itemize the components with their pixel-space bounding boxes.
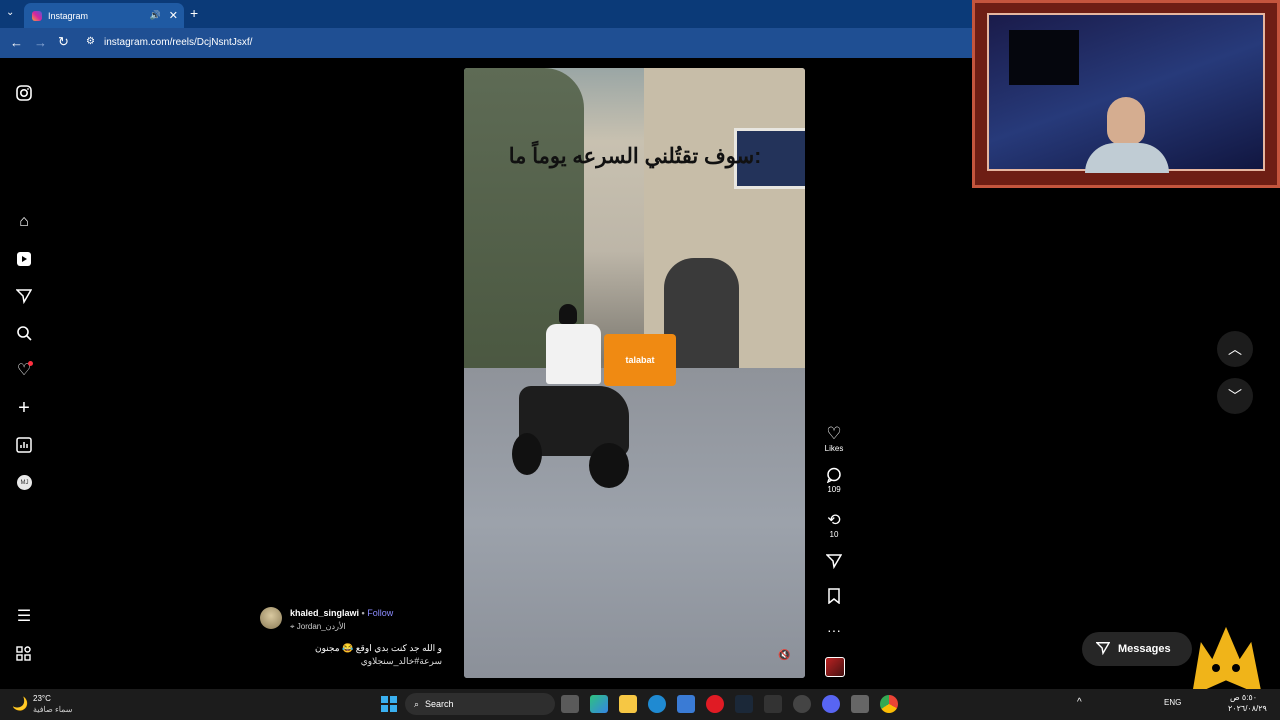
comment-icon <box>826 467 841 484</box>
copilot-icon[interactable] <box>590 695 608 713</box>
save-button[interactable] <box>822 588 846 606</box>
audio-thumbnail[interactable] <box>825 657 845 677</box>
reels-icon[interactable] <box>14 249 34 269</box>
dashboard-icon[interactable] <box>14 435 34 455</box>
rider-helmet <box>559 304 577 324</box>
notifications-heart-icon[interactable]: ♡ <box>14 360 34 380</box>
reload-icon[interactable]: ↻ <box>58 34 69 50</box>
next-reel-button[interactable]: ﹀ <box>1217 378 1253 414</box>
instagram-logo-icon[interactable] <box>14 83 34 103</box>
more-options-icon[interactable]: ··· <box>822 622 846 638</box>
forward-icon[interactable]: → <box>34 35 47 50</box>
close-tab-icon[interactable]: ✕ <box>169 9 178 22</box>
follow-link[interactable]: Follow <box>367 608 393 618</box>
rider-body <box>546 324 601 384</box>
caption-line-2: سرعة#خالد_سنجلاوي <box>360 656 442 666</box>
settings-icon[interactable] <box>851 695 869 713</box>
messages-button[interactable]: Messages <box>1082 632 1192 666</box>
scooter-rear-wheel <box>589 443 629 488</box>
chevron-up-icon: ︿ <box>1228 341 1242 357</box>
speaker-icon[interactable]: 🔊 <box>150 10 161 21</box>
webcam-monitor <box>1009 30 1079 85</box>
caption-line-1: و الله جد كنت بدي اوقع 😂 مجنون <box>314 643 442 653</box>
like-button[interactable]: ♡ Likes <box>822 424 846 453</box>
site-info-icon[interactable]: ⚙ <box>86 36 95 47</box>
url-field[interactable]: instagram.com/reels/DcjNsntJsxf/ <box>104 37 252 48</box>
task-view-icon[interactable] <box>561 695 579 713</box>
chrome-icon[interactable] <box>880 695 898 713</box>
discord-icon[interactable] <box>822 695 840 713</box>
edge-icon[interactable] <box>648 695 666 713</box>
author-row: khaled_singlawi • Follow <box>290 608 393 618</box>
delivery-box: talabat <box>604 334 676 386</box>
reel-video[interactable]: سوف تقتُلني السرعه يوماً ما: talabat 🔇 <box>464 68 805 678</box>
language-indicator[interactable]: ENG <box>1164 698 1181 707</box>
epic-games-icon[interactable] <box>764 695 782 713</box>
red-app-icon[interactable] <box>706 695 724 713</box>
delivery-box-label: talabat <box>625 355 655 365</box>
comments-count: 109 <box>827 485 841 494</box>
profile-avatar[interactable]: MJ <box>17 475 32 490</box>
scooter-front-wheel <box>512 433 542 475</box>
share-icon <box>825 554 843 570</box>
location-label: Jordan_الأردن <box>296 622 346 631</box>
repost-icon: ⟲ <box>827 512 841 529</box>
mute-icon[interactable]: 🔇 <box>778 650 790 661</box>
tray-chevron-icon[interactable]: ^ <box>1077 697 1082 708</box>
direct-messages-icon[interactable] <box>14 286 34 306</box>
webcam-feed <box>987 13 1265 173</box>
share-button[interactable] <box>822 553 846 571</box>
webcam-overlay <box>972 0 1280 188</box>
comment-button[interactable]: 109 <box>822 467 846 494</box>
home-icon[interactable]: ⌂ <box>14 212 34 232</box>
previous-reel-button[interactable]: ︿ <box>1217 331 1253 367</box>
road-shape <box>464 368 805 678</box>
weather-desc: سماء صافية <box>33 705 73 714</box>
app-icon[interactable] <box>793 695 811 713</box>
reposts-count: 10 <box>829 530 839 539</box>
taskbar: 🌙 23°C سماء صافية ⌕ Search ^ ENG ٥:٥٠ ص … <box>0 689 1280 720</box>
bookmark-icon <box>828 588 840 605</box>
weather-icon[interactable]: 🌙 <box>12 696 28 712</box>
location-pin-icon: ⌖ <box>290 622 295 631</box>
location-row[interactable]: ⌖ Jordan_الأردن <box>290 622 346 632</box>
search-icon[interactable] <box>14 323 34 343</box>
clock-date[interactable]: ٢٠٢٦/٠٨/٢٩ <box>1228 704 1267 713</box>
also-from-meta-icon[interactable] <box>14 644 34 664</box>
repost-button[interactable]: ⟲ 10 <box>822 510 846 539</box>
webcam-person-shirt <box>1085 143 1169 173</box>
tab-instagram[interactable]: Instagram 🔊 ✕ <box>24 3 184 28</box>
tab-title: Instagram <box>48 10 89 21</box>
heart-icon: ♡ <box>826 424 842 443</box>
chevron-down-icon: ﹀ <box>1228 388 1242 404</box>
clock-time[interactable]: ٥:٥٠ ص <box>1230 693 1257 702</box>
start-windows-icon[interactable] <box>381 696 397 712</box>
tab-list-icon[interactable]: ⌄ <box>6 7 14 18</box>
create-plus-icon[interactable]: + <box>14 397 34 419</box>
taskbar-search-icon: ⌕ <box>414 698 420 709</box>
file-explorer-icon[interactable] <box>619 695 637 713</box>
messages-label: Messages <box>1118 643 1171 655</box>
back-icon[interactable]: ← <box>10 35 23 50</box>
notification-dot <box>28 361 33 366</box>
weather-temp[interactable]: 23°C <box>33 694 51 703</box>
author-avatar[interactable] <box>260 607 282 629</box>
author-username[interactable]: khaled_singlawi <box>290 608 359 618</box>
more-menu-icon[interactable]: ☰ <box>14 606 34 626</box>
taskbar-search[interactable]: ⌕ Search <box>405 693 555 715</box>
instagram-favicon-icon <box>32 10 42 21</box>
store-icon[interactable] <box>677 695 695 713</box>
webcam-person-head <box>1107 97 1145 145</box>
messages-send-icon <box>1095 641 1111 658</box>
overlay-text: سوف تقتُلني السرعه يوماً ما: <box>508 145 762 168</box>
taskbar-search-label: Search <box>425 699 454 709</box>
likes-label: Likes <box>824 444 844 453</box>
new-tab-icon[interactable]: + <box>190 5 198 21</box>
steam-icon[interactable] <box>735 695 753 713</box>
